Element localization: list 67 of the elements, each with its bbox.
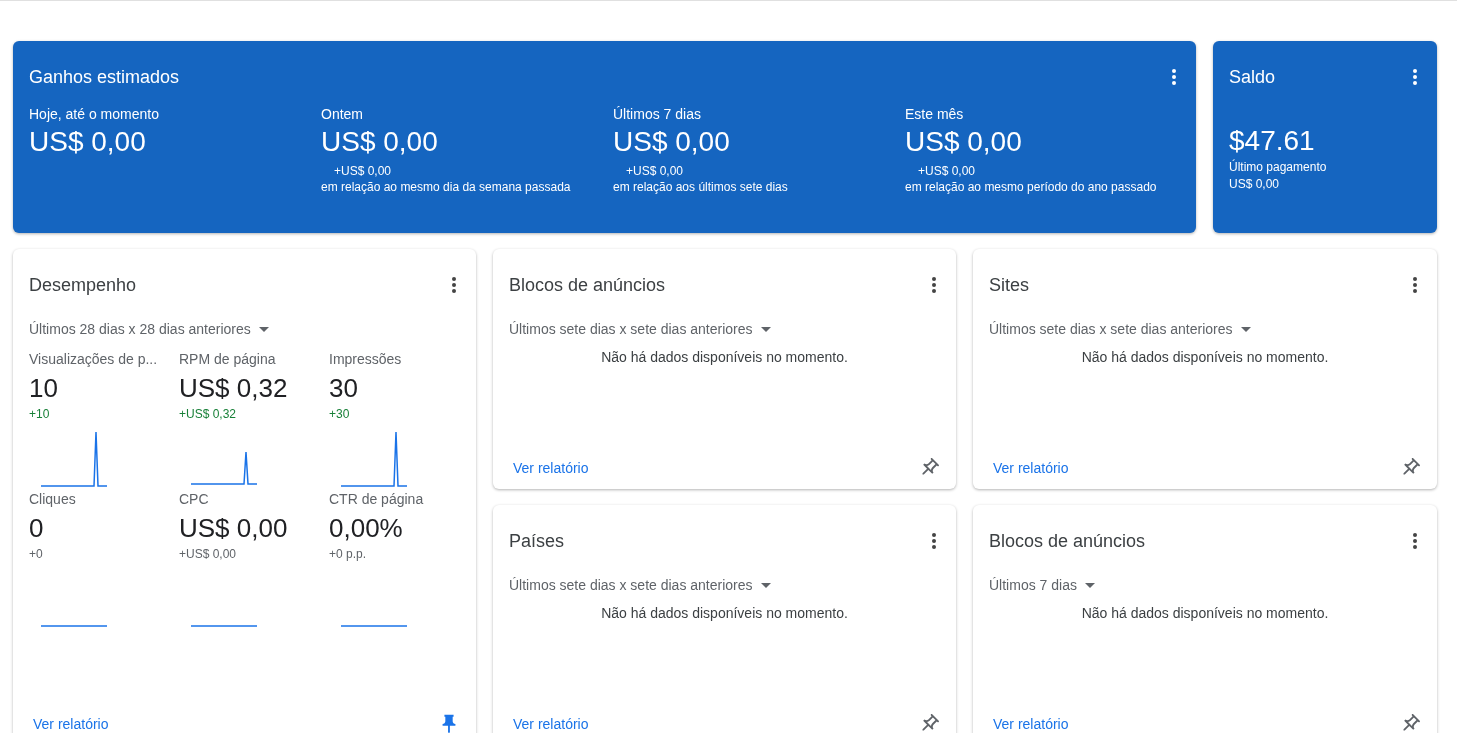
metric-change: +US$ 0,00 xyxy=(179,547,237,561)
metric-value: US$ 0,32 xyxy=(179,373,288,404)
metric-change: +0 p.p. xyxy=(329,547,367,561)
metric-label: Visualizações de p... xyxy=(29,351,158,367)
date-range-dropdown[interactable]: Últimos sete dias x sete dias anteriores xyxy=(989,321,1251,337)
no-data-message: Não há dados disponíveis no momento. xyxy=(1081,349,1329,365)
metric-change: +US$ 0,32 xyxy=(179,407,237,421)
date-range-dropdown[interactable]: Últimos sete dias x sete dias anteriores xyxy=(509,577,771,593)
metric-label: CPC xyxy=(179,491,209,507)
metric-label: RPM de página xyxy=(179,351,276,367)
comparison-text: em relação ao mesmo período do ano passado xyxy=(905,180,1157,194)
sparkline-drawing xyxy=(41,431,107,487)
card-title: Sites xyxy=(989,274,1030,296)
sparkline-drawing xyxy=(341,625,407,627)
sparkline-drawing xyxy=(341,431,407,487)
sparkline-drawing xyxy=(41,625,107,627)
metric-value: 0 xyxy=(29,513,44,544)
caret-icon xyxy=(760,582,771,588)
card-title: Ganhos estimados xyxy=(29,66,180,88)
metric-label: Impressões xyxy=(329,351,402,367)
balance-value: $47.61 xyxy=(1229,125,1316,157)
view-report-link[interactable]: Ver relatório xyxy=(513,716,589,732)
date-range-dropdown[interactable]: Últimos 7 dias xyxy=(989,577,1095,593)
earnings-value: US$ 0,00 xyxy=(29,126,146,158)
card-title: Blocos de anúncios xyxy=(989,530,1146,552)
earnings-value: US$ 0,00 xyxy=(613,126,730,158)
period-label: Hoje, até o momento xyxy=(29,106,159,122)
card-title: Países xyxy=(509,530,565,552)
view-report-link[interactable]: Ver relatório xyxy=(33,716,109,732)
metric-change: +30 xyxy=(329,407,350,421)
metric-value: 0,00% xyxy=(329,513,403,544)
card-title: Desempenho xyxy=(29,274,137,296)
sparkline-drawing xyxy=(191,451,257,485)
metric-value: US$ 0,00 xyxy=(179,513,288,544)
caret-icon xyxy=(258,326,269,332)
comparison-text: em relação aos últimos sete dias xyxy=(613,180,788,194)
metric-value: 30 xyxy=(329,373,358,404)
earnings-value: US$ 0,00 xyxy=(905,126,1022,158)
card-title: Blocos de anúncios xyxy=(509,274,666,296)
comparison-text: em relação ao mesmo dia da semana passada xyxy=(321,180,571,194)
metric-label: Cliques xyxy=(29,491,76,507)
date-range-dropdown[interactable]: Últimos sete dias x sete dias anteriores xyxy=(509,321,771,337)
payment-value: US$ 0,00 xyxy=(1229,177,1281,191)
change-value: +US$ 0,00 xyxy=(918,164,976,178)
caret-icon xyxy=(1240,326,1251,332)
earnings-value: US$ 0,00 xyxy=(321,126,438,158)
metric-value: 10 xyxy=(29,373,58,404)
view-report-link[interactable]: Ver relatório xyxy=(993,460,1069,476)
metric-change: +10 xyxy=(29,407,50,421)
no-data-message: Não há dados disponíveis no momento. xyxy=(601,349,848,365)
caret-icon xyxy=(760,326,771,332)
change-value: +US$ 0,00 xyxy=(626,164,684,178)
period-label: Ontem xyxy=(321,106,363,122)
metric-label: CTR de página xyxy=(329,491,424,507)
change-value: +US$ 0,00 xyxy=(334,164,392,178)
sparkline-drawing xyxy=(191,625,257,627)
payment-label: Último pagamento xyxy=(1229,160,1328,174)
period-label: Este mês xyxy=(905,106,964,122)
card-title: Saldo xyxy=(1229,66,1276,88)
caret-icon xyxy=(1084,582,1095,588)
period-label: Últimos 7 dias xyxy=(613,106,701,122)
date-range-dropdown[interactable]: Últimos 28 dias x 28 dias anteriores xyxy=(29,321,269,337)
metric-change: +0 xyxy=(29,547,43,561)
view-report-link[interactable]: Ver relatório xyxy=(513,460,589,476)
view-report-link[interactable]: Ver relatório xyxy=(993,716,1069,732)
no-data-message: Não há dados disponíveis no momento. xyxy=(1081,605,1329,621)
no-data-message: Não há dados disponíveis no momento. xyxy=(601,605,848,621)
